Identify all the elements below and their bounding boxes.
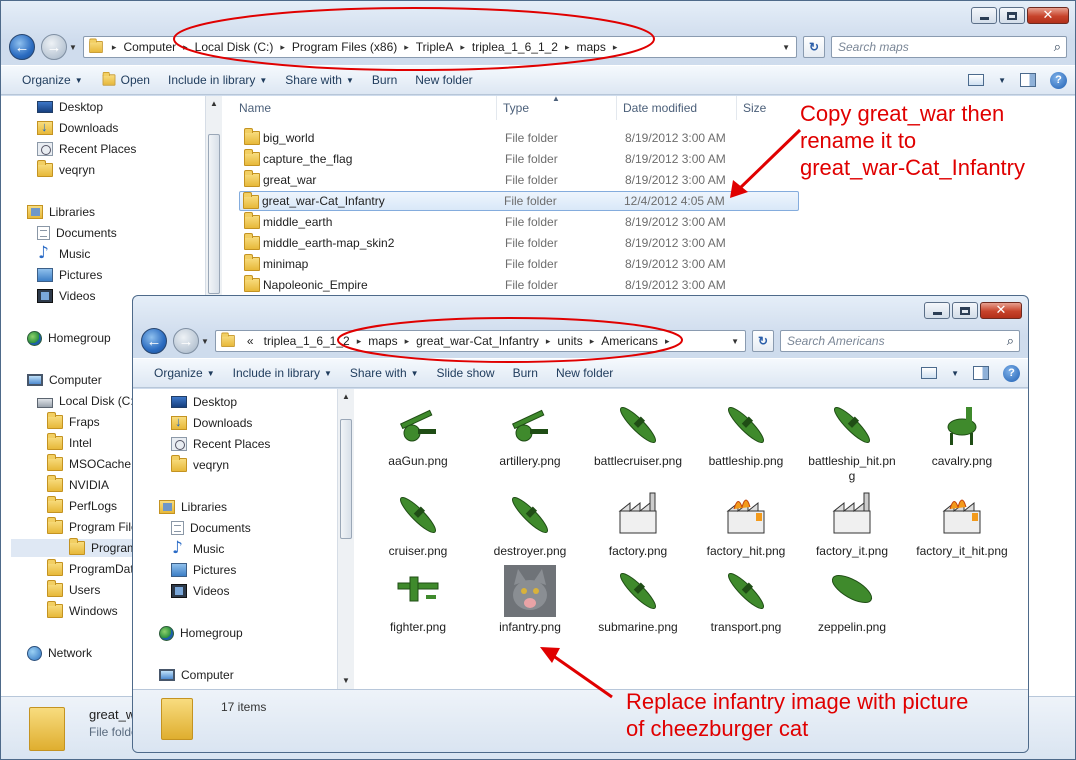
replace-annotation-line: of cheezburger cat	[626, 716, 809, 741]
path-highlight-ellipse	[337, 317, 683, 363]
copy-arrow	[736, 128, 802, 192]
replace-arrow-head	[540, 647, 560, 663]
copy-annotation-line: Copy great_war then	[800, 101, 1005, 126]
replace-arrow	[551, 653, 613, 699]
copy-annotation: Copy great_war then rename it to great_w…	[800, 100, 1025, 181]
copy-annotation-line: rename it to	[800, 128, 917, 153]
replace-annotation-line: Replace infantry image with picture	[626, 689, 969, 714]
copy-annotation-line: great_war-Cat_Infantry	[800, 155, 1025, 180]
replace-annotation: Replace infantry image with picture of c…	[626, 688, 968, 742]
